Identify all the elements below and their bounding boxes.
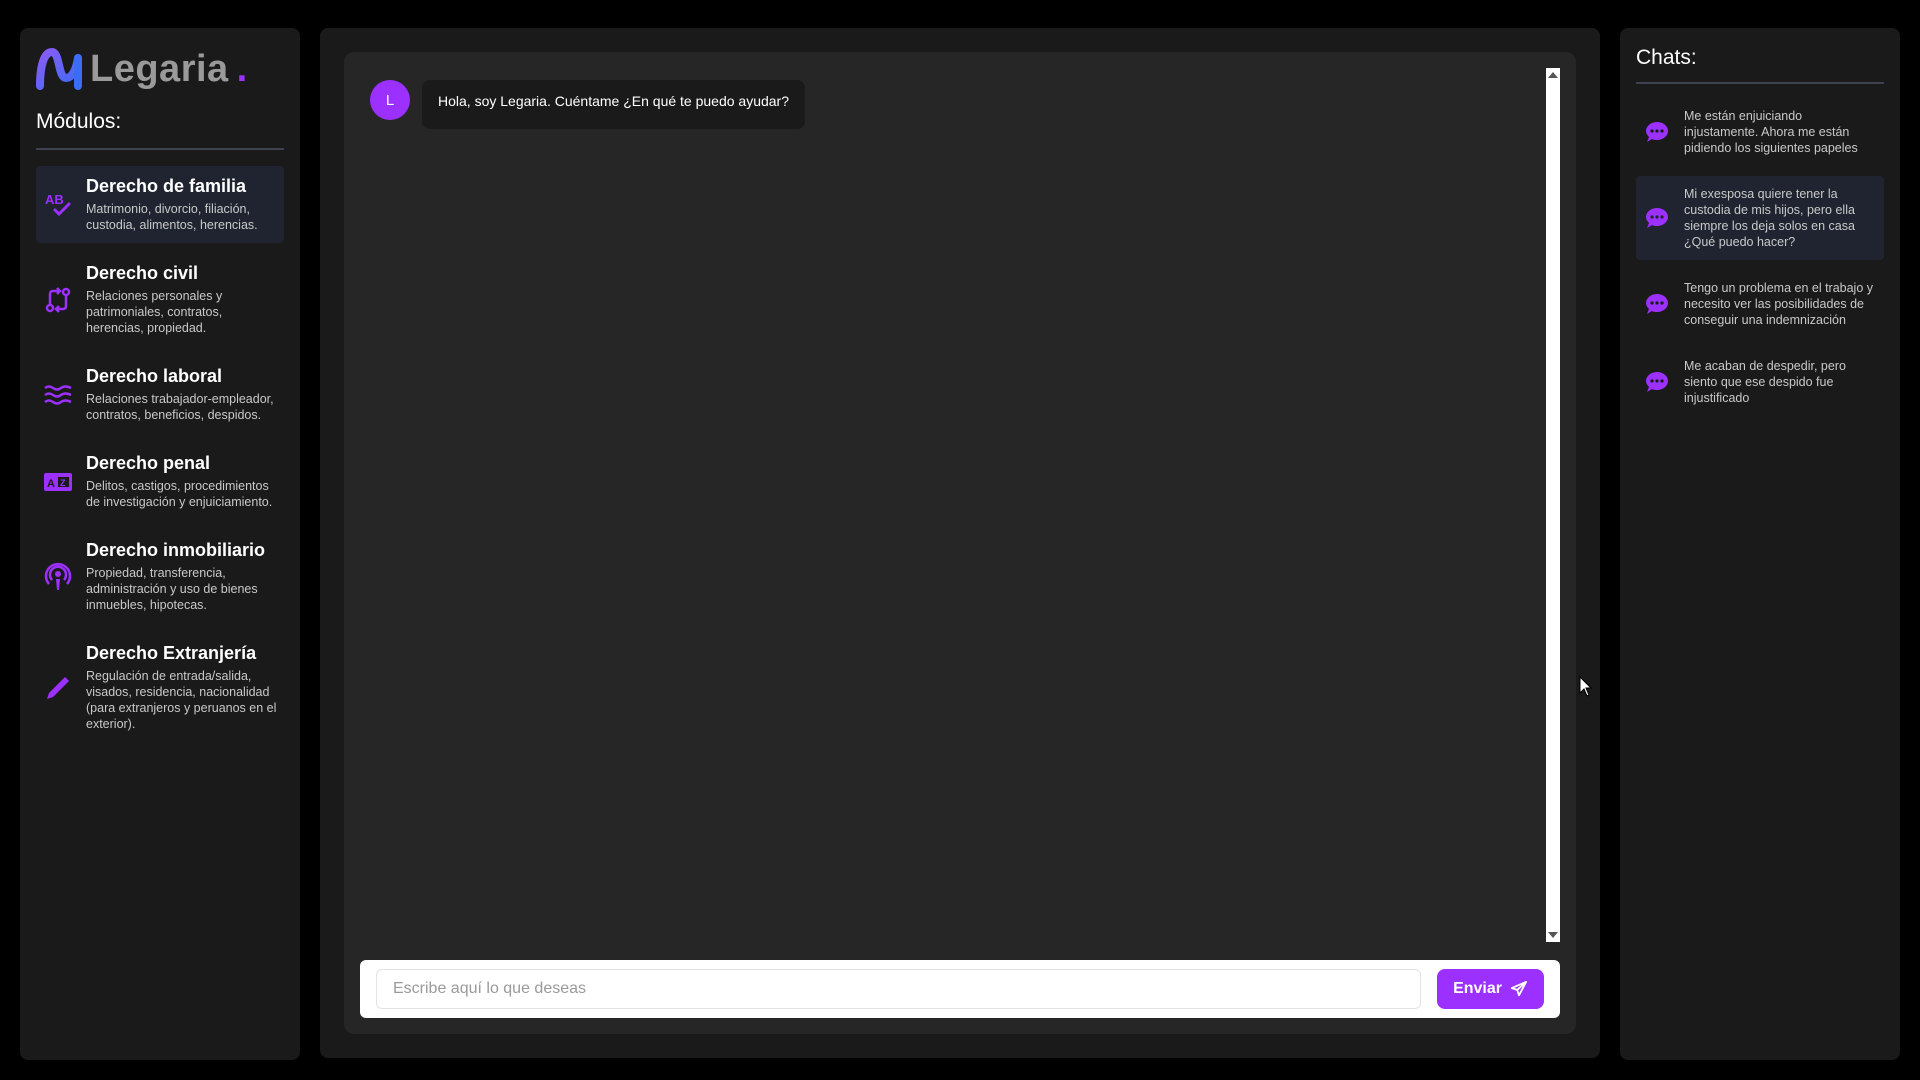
avatar: L	[370, 80, 410, 120]
message-bubble: Hola, soy Legaria. Cuéntame ¿En qué te p…	[422, 80, 806, 129]
chat-item[interactable]: Tengo un problema en el trabajo y necesi…	[1636, 270, 1884, 338]
brand-name: Legaria	[90, 47, 229, 90]
paper-plane-icon	[1510, 980, 1528, 997]
chat-item[interactable]: Me están enjuiciando injustamente. Ahora…	[1636, 98, 1884, 166]
chat-preview: Tengo un problema en el trabajo y necesi…	[1684, 281, 1874, 327]
chat-preview: Me están enjuiciando injustamente. Ahora…	[1684, 109, 1858, 155]
composer: Enviar	[360, 960, 1560, 1018]
module-desc: Relaciones personales y patrimoniales, c…	[86, 289, 223, 335]
exchange-icon	[42, 284, 74, 316]
brand-dot: .	[236, 47, 248, 90]
modules-sidebar: Legaria. Módulos: AB Derecho de familia …	[20, 28, 300, 1060]
module-title: Derecho de familia	[86, 176, 247, 196]
modules-title: Módulos:	[36, 110, 284, 150]
mouse-cursor-icon	[1579, 676, 1593, 697]
chat-bubble-icon	[1646, 294, 1668, 314]
module-derecho-inmobiliario[interactable]: Derecho inmobiliario Propiedad, transfer…	[36, 530, 284, 623]
brand-logo[interactable]: Legaria.	[36, 46, 284, 92]
scroll-up-icon[interactable]	[1548, 72, 1558, 78]
module-derecho-extranjeria[interactable]: Derecho Extranjería Regulación de entrad…	[36, 633, 284, 742]
module-title: Derecho laboral	[86, 366, 223, 386]
module-derecho-civil[interactable]: Derecho civil Relaciones personales y pa…	[36, 253, 284, 346]
message-list: L Hola, soy Legaria. Cuéntame ¿En qué te…	[344, 52, 1548, 944]
module-title: Derecho Extranjería	[86, 643, 257, 663]
chat-bubble-icon	[1646, 208, 1668, 228]
module-desc: Matrimonio, divorcio, filiación, custodi…	[86, 202, 258, 232]
module-desc: Relaciones trabajador-empleador, contrat…	[86, 392, 274, 422]
module-title: Derecho inmobiliario	[86, 540, 266, 560]
send-label: Enviar	[1453, 980, 1502, 997]
waves-icon	[42, 379, 74, 411]
message-input[interactable]	[376, 969, 1422, 1009]
messages-scrollbar[interactable]	[1546, 68, 1560, 942]
chat-preview: Me acaban de despedir, pero siento que e…	[1684, 359, 1846, 405]
chat-panel: L Hola, soy Legaria. Cuéntame ¿En qué te…	[320, 28, 1600, 1058]
legaria-logo-icon	[36, 47, 82, 90]
chat-container: L Hola, soy Legaria. Cuéntame ¿En qué te…	[344, 52, 1576, 1034]
scroll-down-icon[interactable]	[1548, 932, 1558, 938]
svg-text:AB: AB	[45, 192, 64, 207]
module-desc: Delitos, castigos, procedimientos de inv…	[86, 479, 273, 509]
podcast-icon	[42, 561, 74, 593]
bot-message: L Hola, soy Legaria. Cuéntame ¿En qué te…	[370, 80, 1522, 129]
module-derecho-familia[interactable]: AB Derecho de familia Matrimonio, divorc…	[36, 166, 284, 243]
modules-list: AB Derecho de familia Matrimonio, divorc…	[36, 166, 284, 742]
pen-icon	[42, 672, 74, 704]
chat-item[interactable]: Me acaban de despedir, pero siento que e…	[1636, 348, 1884, 416]
chat-bubble-icon	[1646, 372, 1668, 392]
id-card-icon: AZ	[42, 466, 74, 498]
module-title: Derecho penal	[86, 453, 211, 473]
svg-text:A: A	[47, 478, 55, 490]
svg-text:Z: Z	[60, 478, 66, 488]
chat-bubble-icon	[1646, 122, 1668, 142]
chats-title: Chats:	[1636, 46, 1884, 84]
module-derecho-laboral[interactable]: Derecho laboral Relaciones trabajador-em…	[36, 356, 284, 433]
module-desc: Regulación de entrada/salida, visados, r…	[86, 669, 277, 731]
chat-item[interactable]: Mi exesposa quiere tener la custodia de …	[1636, 176, 1884, 260]
send-button[interactable]: Enviar	[1437, 969, 1544, 1009]
module-title: Derecho civil	[86, 263, 199, 283]
spellcheck-icon: AB	[42, 189, 74, 221]
chat-list: Me están enjuiciando injustamente. Ahora…	[1636, 98, 1884, 416]
chats-sidebar: Chats: Me están enjuiciando injustamente…	[1620, 28, 1900, 1060]
chat-preview: Mi exesposa quiere tener la custodia de …	[1684, 187, 1855, 249]
module-derecho-penal[interactable]: AZ Derecho penal Delitos, castigos, proc…	[36, 443, 284, 520]
module-desc: Propiedad, transferencia, administración…	[86, 566, 258, 612]
